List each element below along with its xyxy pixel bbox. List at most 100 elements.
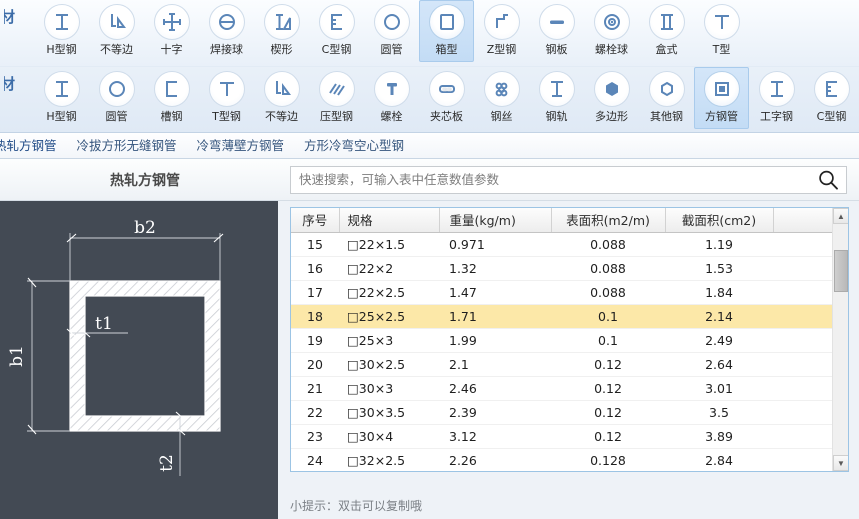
tool-unequal-angle[interactable]: 不等边 (89, 0, 144, 62)
tool-z-section[interactable]: Z型钢 (474, 0, 529, 62)
tool-bolt[interactable]: 螺栓 (364, 67, 419, 129)
ribbon-row-2: 型材 H型钢 圆管 槽钢 T型钢 不等边 压型钢 螺栓 ▨▨ 夹芯板 钢丝 钢轨 多边形 其他钢 方钢管 工… (0, 66, 859, 132)
cross-section-icon (153, 4, 190, 40)
tool-c-channel[interactable]: C型钢 (804, 67, 859, 129)
clipped-left-label: 型材 (4, 0, 34, 66)
h-beam-icon (43, 4, 80, 40)
tool-welded-ball[interactable]: 焊接球 (199, 0, 254, 62)
tool-steel-plate[interactable]: 钢板 (529, 0, 584, 62)
tool-unequal-angle[interactable]: 不等边 (254, 67, 309, 129)
tool-steel-wire[interactable]: 钢丝 (474, 67, 529, 129)
cell-no: 22 (291, 400, 339, 425)
scroll-down-button[interactable]: ▼ (833, 455, 848, 471)
tool-label: 多边形 (595, 110, 628, 123)
cell-weight: 2.39 (439, 400, 551, 425)
tool-round-pipe[interactable]: 圆管 (364, 0, 419, 62)
cell-spec: □30×3.5 (339, 400, 439, 425)
search-icon[interactable] (815, 167, 841, 193)
tool-i-beam[interactable]: 工字钢 (749, 67, 804, 129)
tool-steel-rail[interactable]: 钢轨 (529, 67, 584, 129)
tool-label: 螺栓球 (595, 43, 628, 56)
tool-other-steel[interactable]: 其他钢 (639, 67, 694, 129)
table-row[interactable]: 15 □22×1.5 0.971 0.088 1.19 (291, 232, 848, 257)
tool-t-section[interactable]: T型 (694, 0, 749, 62)
tool-square-tube[interactable]: 方钢管 (694, 67, 749, 129)
wedge-icon (263, 4, 300, 40)
data-grid: 序号 规格 重量(kg/m) 表面积(m2/m) 截面积(cm2) 15 □22×… (290, 207, 849, 472)
cell-no: 18 (291, 304, 339, 329)
cell-weight: 0.971 (439, 232, 551, 257)
table-row[interactable]: 17 □22×2.5 1.47 0.088 1.84 (291, 280, 848, 305)
table-row[interactable]: 21 □30×3 2.46 0.12 3.01 (291, 376, 848, 401)
table-row[interactable]: 20 □30×2.5 2.1 0.12 2.64 (291, 352, 848, 377)
table-row[interactable]: 16 □22×2 1.32 0.088 1.53 (291, 256, 848, 281)
tool-h-beam[interactable]: H型钢 (34, 0, 89, 62)
t-steel-icon (208, 71, 245, 107)
tool-profiled-steel[interactable]: 压型钢 (309, 67, 364, 129)
table-row[interactable]: 22 □30×3.5 2.39 0.12 3.5 (291, 400, 848, 425)
cell-section: 1.53 (665, 256, 773, 281)
cell-no: 23 (291, 424, 339, 449)
tool-cross-section[interactable]: 十字 (144, 0, 199, 62)
t-section-icon (703, 4, 740, 40)
sub-tab-2[interactable]: 冷弯薄壁方钢管 (187, 133, 295, 158)
steel-plate-icon (538, 4, 575, 40)
table-row[interactable]: 18 □25×2.5 1.71 0.1 2.14 (291, 304, 848, 329)
cell-weight: 1.47 (439, 280, 551, 305)
tool-wedge[interactable]: 楔形 (254, 0, 309, 62)
cell-surface: 0.12 (551, 352, 665, 377)
cell-section: 2.14 (665, 304, 773, 329)
clipped-left-text: 型材 (4, 9, 15, 26)
column-header-section[interactable]: 截面积(cm2) (665, 208, 774, 233)
vertical-scrollbar[interactable]: ▲ ▼ (832, 208, 848, 471)
column-header-surface[interactable]: 表面积(m2/m) (551, 208, 666, 233)
tool-label: 钢丝 (490, 110, 513, 123)
z-section-icon (483, 4, 520, 40)
tool-label: T型钢 (212, 110, 241, 123)
sandwich-panel-icon: ▨▨ (428, 71, 465, 107)
scrollbar-thumb[interactable] (834, 250, 848, 292)
dimension-label-t2: t2 (157, 454, 177, 472)
tool-box-type[interactable]: 盒式 (639, 0, 694, 62)
svg-text:▨▨: ▨▨ (442, 87, 452, 93)
table-row[interactable]: 24 □32×2.5 2.26 0.128 2.84 (291, 448, 848, 471)
search-input[interactable] (290, 165, 847, 194)
cell-surface: 0.088 (551, 280, 665, 305)
footer-strip: 小提示：双击可以复制哦 (278, 490, 859, 519)
tool-bolt-ball[interactable]: 螺栓球 (584, 0, 639, 62)
table-row[interactable]: 19 □25×3 1.99 0.1 2.49 (291, 328, 848, 353)
tool-box-section[interactable]: 箱型 (419, 0, 474, 62)
cell-spec: □30×2.5 (339, 352, 439, 377)
tool-round-pipe[interactable]: 圆管 (89, 67, 144, 129)
tool-c-channel[interactable]: C型钢 (309, 0, 364, 62)
tool-channel-steel[interactable]: 槽钢 (144, 67, 199, 129)
tool-label: 圆管 (380, 43, 403, 56)
tool-label: 钢板 (545, 43, 568, 56)
tool-h-beam[interactable]: H型钢 (34, 67, 89, 129)
tool-polygon[interactable]: 多边形 (584, 67, 639, 129)
ribbon-row-1-items: H型钢 不等边 十字 焊接球 楔形 C型钢 圆管 箱型 Z型钢 钢板 螺栓球 盒式 T型 (34, 0, 749, 62)
dimension-label-t1: t1 (95, 314, 113, 334)
sub-tab-3[interactable]: 方形冷弯空心型钢 (294, 133, 414, 158)
tool-sandwich-panel[interactable]: ▨▨ 夹芯板 (419, 67, 474, 129)
clipped-left-text-2: 型材 (4, 75, 15, 94)
sub-tab-1[interactable]: 冷拔方形无缝钢管 (67, 133, 187, 158)
cell-section: 2.49 (665, 328, 773, 353)
sub-tab-0[interactable]: 热轧方钢管 (0, 133, 67, 158)
tool-label: 圆管 (105, 110, 128, 123)
tool-label: T型 (712, 43, 731, 56)
table-row[interactable]: 23 □30×4 3.12 0.12 3.89 (291, 424, 848, 449)
column-header-spec[interactable]: 规格 (339, 208, 440, 233)
other-steel-icon (648, 71, 685, 107)
tool-label: Z型钢 (486, 43, 517, 56)
tool-label: 夹芯板 (430, 110, 463, 123)
cell-spec: □25×2.5 (339, 304, 439, 329)
tool-label: 十字 (160, 43, 183, 56)
cell-no: 20 (291, 352, 339, 377)
column-header-weight[interactable]: 重量(kg/m) (439, 208, 552, 233)
search-container (290, 165, 847, 194)
scroll-up-button[interactable]: ▲ (833, 208, 848, 224)
column-header-no[interactable]: 序号 (291, 208, 340, 233)
tool-t-steel[interactable]: T型钢 (199, 67, 254, 129)
tool-label: 钢轨 (545, 110, 568, 123)
